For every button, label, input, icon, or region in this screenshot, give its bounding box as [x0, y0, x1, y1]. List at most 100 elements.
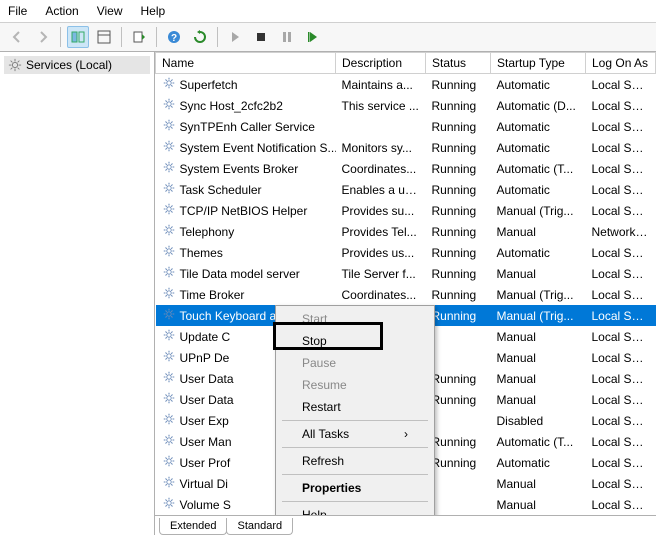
service-row[interactable]: Task SchedulerEnables a us...RunningAuto… — [156, 179, 656, 200]
service-startup: Automatic (T... — [491, 431, 586, 452]
service-row[interactable]: System Event Notification S...Monitors s… — [156, 137, 656, 158]
gear-icon — [162, 307, 176, 324]
service-logon: Local Syste... — [586, 116, 656, 137]
service-name: System Event Notification S... — [180, 141, 336, 155]
service-name: System Events Broker — [180, 162, 299, 176]
ctx-stop[interactable]: Stop — [278, 330, 432, 352]
service-logon: Local Syste... — [586, 263, 656, 284]
menu-help[interactable]: Help — [141, 4, 166, 18]
service-desc: This service ... — [336, 95, 426, 116]
console-tree: Services (Local) — [0, 52, 155, 535]
menu-action[interactable]: Action — [45, 4, 78, 18]
ctx-restart[interactable]: Restart — [278, 396, 432, 418]
service-name: Tile Data model server — [180, 267, 300, 281]
service-startup: Automatic (T... — [491, 158, 586, 179]
service-row[interactable]: TelephonyProvides Tel...RunningManualNet… — [156, 221, 656, 242]
help-button[interactable]: ? — [163, 26, 185, 48]
service-startup: Manual — [491, 368, 586, 389]
service-startup: Manual — [491, 473, 586, 494]
ctx-properties[interactable]: Properties — [278, 477, 432, 499]
service-name: TCP/IP NetBIOS Helper — [180, 204, 308, 218]
service-status — [426, 410, 491, 431]
service-row[interactable]: Tile Data model serverTile Server f...Ru… — [156, 263, 656, 284]
col-description[interactable]: Description — [336, 53, 426, 74]
service-row[interactable]: Sync Host_2cfc2b2This service ...Running… — [156, 95, 656, 116]
ctx-pause: Pause — [278, 352, 432, 374]
service-logon: Local Syste... — [586, 389, 656, 410]
show-hide-button[interactable] — [93, 26, 115, 48]
services-window: File Action View Help ? Services (Local) — [0, 0, 656, 535]
service-logon: Local Syste... — [586, 137, 656, 158]
tree-label: Services (Local) — [26, 58, 112, 72]
service-startup: Manual (Trig... — [491, 284, 586, 305]
service-startup: Manual — [491, 326, 586, 347]
service-status: Running — [426, 284, 491, 305]
col-logon[interactable]: Log On As — [586, 53, 656, 74]
service-row[interactable]: System Events Broker Coordinates...Runnin… — [156, 158, 656, 179]
col-name[interactable]: Name — [156, 53, 336, 74]
service-desc: Coordinates... — [336, 158, 426, 179]
forward-button — [32, 26, 54, 48]
service-name: Time Broker — [180, 288, 245, 302]
service-startup: Automatic — [491, 74, 586, 96]
service-desc: Enables a us... — [336, 179, 426, 200]
service-startup: Manual — [491, 389, 586, 410]
tab-extended[interactable]: Extended — [159, 518, 227, 535]
service-status: Running — [426, 431, 491, 452]
restart-button[interactable] — [302, 26, 324, 48]
gear-icon — [162, 76, 176, 93]
tab-standard[interactable]: Standard — [226, 518, 293, 535]
service-startup: Manual — [491, 347, 586, 368]
service-desc: Provides us... — [336, 242, 426, 263]
service-name: SynTPEnh Caller Service — [180, 120, 315, 134]
stop-button[interactable] — [250, 26, 272, 48]
context-menu: Start Stop Pause Resume Restart All Task… — [275, 305, 435, 515]
service-status: Running — [426, 179, 491, 200]
service-status: Running — [426, 221, 491, 242]
col-startup[interactable]: Startup Type — [491, 53, 586, 74]
service-row[interactable]: ThemesProvides us...RunningAutomaticLoca… — [156, 242, 656, 263]
gear-icon — [162, 160, 176, 177]
service-desc: Tile Server f... — [336, 263, 426, 284]
gear-icon — [162, 349, 176, 366]
service-status: Running — [426, 452, 491, 473]
gear-icon — [162, 412, 176, 429]
menubar: File Action View Help — [0, 0, 656, 23]
ctx-refresh[interactable]: Refresh — [278, 450, 432, 472]
service-status: Running — [426, 389, 491, 410]
service-status: Running — [426, 116, 491, 137]
service-status: Running — [426, 158, 491, 179]
service-row[interactable]: SynTPEnh Caller ServiceRunningAutomaticL… — [156, 116, 656, 137]
menu-view[interactable]: View — [97, 4, 123, 18]
service-row[interactable]: SuperfetchMaintains a...RunningAutomatic… — [156, 74, 656, 96]
service-name: Virtual Di — [180, 477, 228, 491]
service-startup: Automatic — [491, 242, 586, 263]
service-logon: Local Syste... — [586, 452, 656, 473]
service-status — [426, 347, 491, 368]
service-status: Running — [426, 74, 491, 96]
service-logon: Local Syste... — [586, 305, 656, 326]
details-pane-button[interactable] — [67, 26, 89, 48]
ctx-all-tasks[interactable]: All Tasks — [278, 423, 432, 445]
tree-services-local[interactable]: Services (Local) — [4, 56, 150, 74]
back-button — [6, 26, 28, 48]
refresh-button[interactable] — [189, 26, 211, 48]
service-row[interactable]: Time BrokerCoordinates...RunningManual (… — [156, 284, 656, 305]
export-button[interactable] — [128, 26, 150, 48]
col-status[interactable]: Status — [426, 53, 491, 74]
service-row[interactable]: TCP/IP NetBIOS HelperProvides su...Runni… — [156, 200, 656, 221]
gear-icon — [162, 181, 176, 198]
service-status — [426, 473, 491, 494]
view-tabs: Extended Standard — [155, 515, 656, 535]
service-status: Running — [426, 95, 491, 116]
service-logon: Local Syste... — [586, 431, 656, 452]
service-status: Running — [426, 137, 491, 158]
service-name: User Data — [180, 393, 234, 407]
ctx-help[interactable]: Help — [278, 504, 432, 515]
gear-icon — [162, 286, 176, 303]
gear-icon — [162, 223, 176, 240]
gear-icon — [162, 475, 176, 492]
ctx-resume: Resume — [278, 374, 432, 396]
menu-file[interactable]: File — [8, 4, 27, 18]
services-icon — [8, 58, 22, 72]
